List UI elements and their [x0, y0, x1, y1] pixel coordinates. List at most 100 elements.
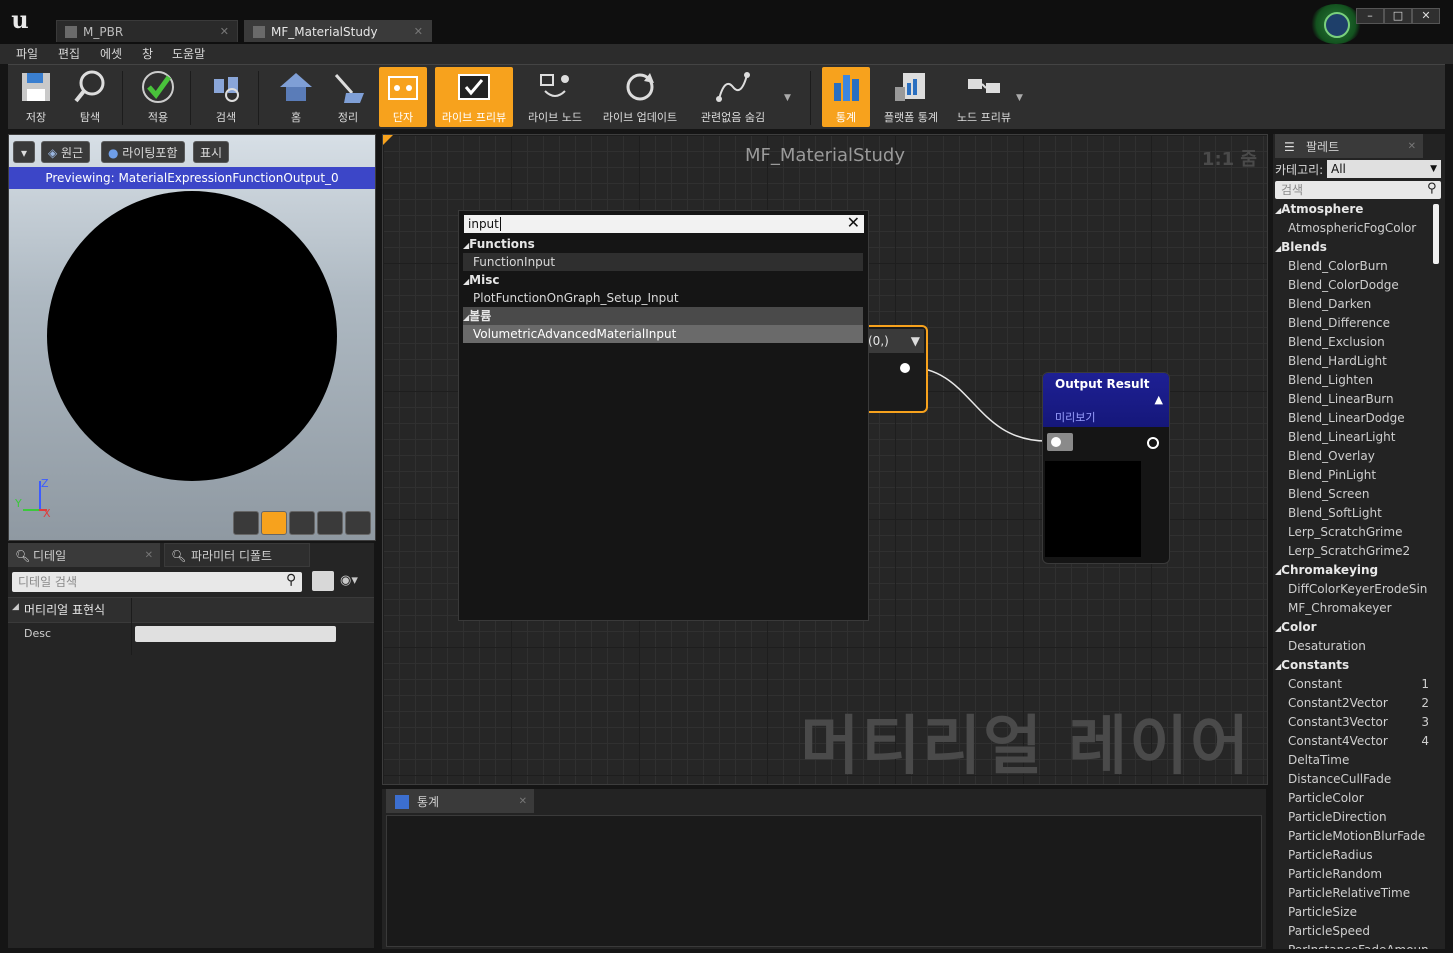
- palette-item[interactable]: Blend_Darken: [1273, 295, 1445, 314]
- menu-window[interactable]: 창: [142, 44, 153, 64]
- apply-button[interactable]: 적용: [132, 67, 184, 127]
- output-result-node[interactable]: Output Result 미리보기 ▲: [1042, 372, 1170, 564]
- action-item-plotfunction[interactable]: PlotFunctionOnGraph_Setup_Input: [463, 289, 863, 307]
- tab-mf-materialstudy[interactable]: MF_MaterialStudy ✕: [244, 20, 432, 42]
- home-button[interactable]: 홈: [270, 67, 322, 127]
- eye-visibility-icon[interactable]: ◉▾: [340, 573, 358, 588]
- palette-item[interactable]: Blend_LinearLight: [1273, 428, 1445, 447]
- chevron-down-icon[interactable]: ▼: [784, 93, 791, 103]
- perspective-button[interactable]: ◈ 원근: [41, 141, 91, 163]
- save-button[interactable]: 저장: [10, 67, 62, 127]
- output-pin[interactable]: [900, 363, 910, 373]
- palette-item[interactable]: ParticleRandom: [1273, 865, 1445, 884]
- palette-item[interactable]: Constant2Vector 2: [1273, 694, 1445, 713]
- tab-close-icon[interactable]: ✕: [519, 790, 527, 814]
- palette-category[interactable]: ◢Constants: [1273, 656, 1445, 675]
- menu-edit[interactable]: 편집: [58, 44, 80, 64]
- palette-item[interactable]: Constant3Vector 3: [1273, 713, 1445, 732]
- tab-close-icon[interactable]: ✕: [414, 21, 423, 43]
- close-window-button[interactable]: ✕: [1412, 8, 1440, 24]
- hide-unrelated-button[interactable]: 관련없음 숨김: [692, 67, 774, 127]
- input-pin[interactable]: [1047, 433, 1073, 451]
- tab-stats[interactable]: 통계 ✕: [386, 789, 534, 813]
- palette-item[interactable]: ParticleRadius: [1273, 846, 1445, 865]
- function-output-node[interactable]: (0,) ▼: [866, 325, 928, 413]
- clean-button[interactable]: 정리: [322, 67, 374, 127]
- platform-stats-button[interactable]: 플랫폼 통계: [878, 67, 944, 127]
- stats-button[interactable]: 통계: [822, 67, 870, 127]
- palette-item[interactable]: Lerp_ScratchGrime: [1273, 523, 1445, 542]
- chevron-down-icon[interactable]: ▼: [911, 329, 920, 353]
- palette-item[interactable]: ParticleRelativeTime: [1273, 884, 1445, 903]
- plane-preview-icon[interactable]: [289, 511, 315, 535]
- palette-item[interactable]: Desaturation: [1273, 637, 1445, 656]
- palette-item[interactable]: PerInstanceFadeAmoun: [1273, 941, 1445, 949]
- clear-search-icon[interactable]: ✕: [847, 214, 860, 232]
- action-item-volumetric[interactable]: VolumetricAdvancedMaterialInput: [463, 325, 863, 343]
- source-control-icon[interactable]: [1310, 4, 1362, 44]
- node-preview-button[interactable]: 노드 프리뷰: [952, 67, 1016, 127]
- output-pin[interactable]: [1147, 437, 1159, 449]
- palette-item[interactable]: Blend_Overlay: [1273, 447, 1445, 466]
- live-nodes-button[interactable]: 라이브 노드: [522, 67, 588, 127]
- palette-item[interactable]: ParticleDirection: [1273, 808, 1445, 827]
- details-search-input[interactable]: 디테일 검색: [12, 572, 302, 592]
- cylinder-preview-icon[interactable]: [233, 511, 259, 535]
- tab-close-icon[interactable]: ✕: [1408, 135, 1416, 159]
- tab-details[interactable]: 🔍︎ 디테일 ✕: [8, 543, 160, 567]
- lit-mode-button[interactable]: ● 라이팅포함: [101, 141, 185, 163]
- live-preview-button[interactable]: 라이브 프리뷰: [435, 67, 513, 127]
- menu-asset[interactable]: 에셋: [100, 44, 122, 64]
- cube-preview-icon[interactable]: [317, 511, 343, 535]
- palette-category[interactable]: ◢Color: [1273, 618, 1445, 637]
- chevron-down-icon[interactable]: ▼: [1016, 93, 1023, 103]
- section-header[interactable]: ◢ 머티리얼 표현식: [8, 597, 374, 623]
- tab-close-icon[interactable]: ✕: [145, 544, 153, 568]
- sphere-preview-icon[interactable]: [261, 511, 287, 535]
- action-search-input[interactable]: input ✕: [464, 214, 864, 233]
- palette-category[interactable]: ◢Chromakeying: [1273, 561, 1445, 580]
- palette-search-input[interactable]: 검색: [1275, 181, 1441, 199]
- palette-item[interactable]: Lerp_ScratchGrime2: [1273, 542, 1445, 561]
- action-item-functioninput[interactable]: FunctionInput: [463, 253, 863, 271]
- palette-item[interactable]: Blend_LinearDodge: [1273, 409, 1445, 428]
- tab-m-pbr[interactable]: M_PBR ✕: [56, 20, 238, 42]
- palette-scrollbar[interactable]: [1433, 204, 1439, 264]
- category-volume[interactable]: ◢볼륨: [463, 307, 863, 325]
- palette-item[interactable]: Constant 1: [1273, 675, 1445, 694]
- palette-category[interactable]: ◢Blends: [1273, 238, 1445, 257]
- maximize-button[interactable]: □: [1384, 8, 1412, 24]
- palette-item[interactable]: DeltaTime: [1273, 751, 1445, 770]
- palette-category[interactable]: ◢Atmosphere: [1273, 200, 1445, 219]
- palette-item[interactable]: DistanceCullFade: [1273, 770, 1445, 789]
- category-select[interactable]: All ▼: [1327, 160, 1441, 178]
- tab-palette[interactable]: ☰ 팔레트 ✕: [1275, 134, 1423, 158]
- grid-view-icon[interactable]: [312, 571, 334, 591]
- palette-item[interactable]: Blend_SoftLight: [1273, 504, 1445, 523]
- palette-item[interactable]: MF_Chromakeyer: [1273, 599, 1445, 618]
- palette-item[interactable]: Blend_ColorBurn: [1273, 257, 1445, 276]
- palette-item[interactable]: Blend_Exclusion: [1273, 333, 1445, 352]
- palette-item[interactable]: Blend_Difference: [1273, 314, 1445, 333]
- tab-close-icon[interactable]: ✕: [220, 21, 229, 43]
- palette-item[interactable]: Blend_LinearBurn: [1273, 390, 1445, 409]
- menu-file[interactable]: 파일: [16, 44, 38, 64]
- category-functions[interactable]: ◢Functions: [463, 235, 863, 253]
- palette-list[interactable]: ◢Atmosphere AtmosphericFogColor ◢Blends Ble…: [1273, 200, 1445, 949]
- menu-help[interactable]: 도움말: [172, 44, 205, 64]
- palette-item[interactable]: AtmosphericFogColor: [1273, 219, 1445, 238]
- show-button[interactable]: 표시: [193, 141, 230, 163]
- palette-item[interactable]: ParticleSize: [1273, 903, 1445, 922]
- palette-item[interactable]: Blend_Lighten: [1273, 371, 1445, 390]
- preview-viewport[interactable]: ▾ ◈ 원근 ● 라이팅포함 표시 Previewing: MaterialEx…: [8, 134, 376, 541]
- collapse-triangle-icon[interactable]: ▲: [1155, 393, 1163, 406]
- live-update-button[interactable]: 라이브 업데이트: [596, 67, 684, 127]
- palette-item[interactable]: ParticleMotionBlurFade: [1273, 827, 1445, 846]
- palette-item[interactable]: Constant4Vector 4: [1273, 732, 1445, 751]
- teapot-preview-icon[interactable]: [345, 511, 371, 535]
- search-button[interactable]: 검색: [200, 67, 252, 127]
- palette-item[interactable]: DiffColorKeyerErodeSin: [1273, 580, 1445, 599]
- palette-item[interactable]: ParticleSpeed: [1273, 922, 1445, 941]
- palette-item[interactable]: Blend_Screen: [1273, 485, 1445, 504]
- viewport-options-button[interactable]: ▾: [13, 141, 35, 163]
